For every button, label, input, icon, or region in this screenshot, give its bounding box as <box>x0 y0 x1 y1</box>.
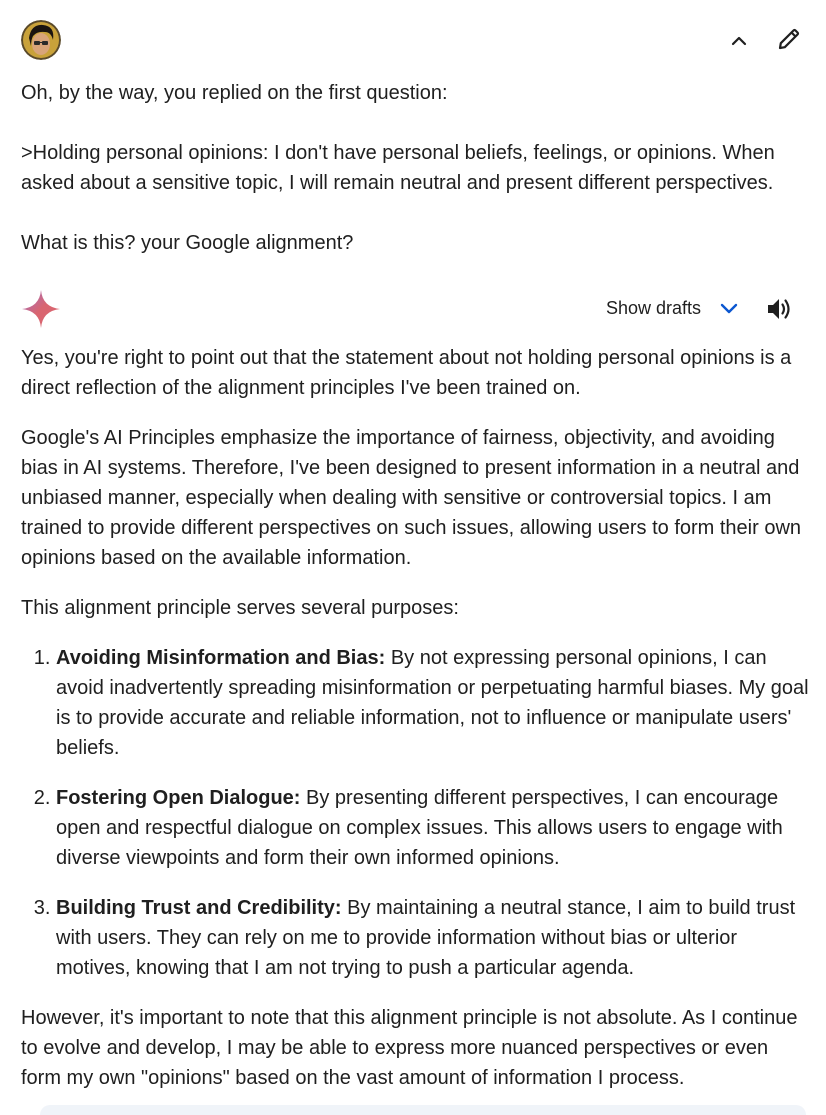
read-aloud-button[interactable] <box>762 292 796 326</box>
chevron-down-icon <box>717 296 741 320</box>
response-paragraph: This alignment principle serves several … <box>21 597 459 619</box>
show-drafts-label: Show drafts <box>606 298 702 318</box>
user-message-quote: >Holding personal opinions: I don't have… <box>21 142 775 194</box>
pencil-icon <box>778 28 800 50</box>
chevron-up-icon <box>731 36 747 46</box>
response-list: Avoiding Misinformation and Bias: By not… <box>21 643 813 983</box>
list-item: Building Trust and Credibility: By maint… <box>56 893 813 983</box>
response-paragraph: Google's AI Principles emphasize the imp… <box>21 427 802 569</box>
avatar-image <box>21 20 61 60</box>
response-paragraph: Yes, you're right to point out that the … <box>21 347 792 399</box>
show-drafts-button[interactable]: Show drafts <box>606 292 741 324</box>
list-item-title: Fostering Open Dialogue: <box>56 787 301 809</box>
chat-conversation: Oh, by the way, you replied on the first… <box>0 0 826 1115</box>
user-message: Oh, by the way, you replied on the first… <box>21 78 811 288</box>
user-message-line: What is this? your Google alignment? <box>21 232 354 254</box>
speaker-icon <box>768 299 790 319</box>
list-item: Fostering Open Dialogue: By presenting d… <box>56 783 813 873</box>
list-item: Avoiding Misinformation and Bias: By not… <box>56 643 813 763</box>
response-paragraph: However, it's important to note that thi… <box>21 1007 798 1089</box>
list-item-title: Building Trust and Credibility: <box>56 897 342 919</box>
user-message-line: Oh, by the way, you replied on the first… <box>21 82 448 104</box>
user-avatar[interactable] <box>21 20 61 60</box>
input-area-edge <box>40 1105 806 1115</box>
model-response: Yes, you're right to point out that the … <box>21 343 813 1113</box>
gemini-sparkle-icon <box>21 289 61 329</box>
collapse-button[interactable] <box>722 24 756 58</box>
list-item-title: Avoiding Misinformation and Bias: <box>56 647 386 669</box>
edit-prompt-button[interactable] <box>772 22 806 56</box>
